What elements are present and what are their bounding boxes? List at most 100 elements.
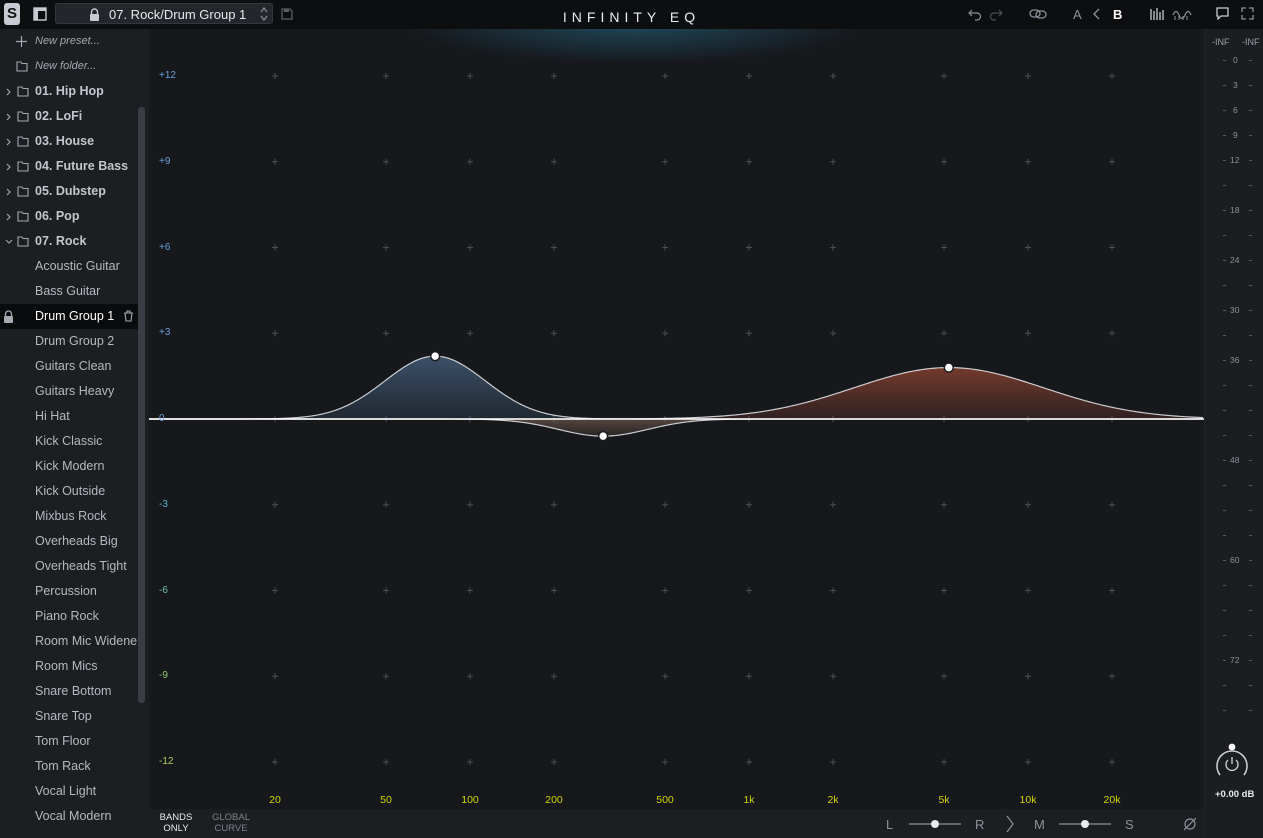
folder-item[interactable]: 01. Hip Hop: [0, 79, 138, 104]
meter-tick: [1249, 85, 1252, 86]
chevron-right-icon[interactable]: [5, 88, 13, 96]
grid-cross: [551, 158, 557, 165]
preset-item[interactable]: Percussion: [0, 579, 138, 604]
folder-item[interactable]: 02. LoFi: [0, 104, 138, 129]
copy-ab-icon[interactable]: [1093, 8, 1101, 20]
eq-curve-canvas[interactable]: [149, 29, 1204, 809]
new-folder-button[interactable]: New folder...: [0, 54, 138, 79]
meter-tick: [1223, 85, 1226, 86]
grid-cross: [1025, 244, 1032, 251]
chevron-right-icon[interactable]: [5, 213, 13, 221]
chevron-right-icon[interactable]: [5, 163, 13, 171]
fullscreen-icon[interactable]: [1241, 7, 1254, 20]
grid-cross: [383, 587, 390, 594]
preset-item-selected[interactable]: Drum Group 1: [0, 304, 138, 329]
folder-item[interactable]: 06. Pop: [0, 204, 138, 229]
preset-item[interactable]: Hi Hat: [0, 404, 138, 429]
folder-item[interactable]: 03. House: [0, 129, 138, 154]
preset-label: Tom Rack: [35, 759, 91, 773]
grid-cross: [941, 587, 948, 594]
chevron-down-icon[interactable]: [5, 238, 13, 246]
preset-item[interactable]: Snare Bottom: [0, 679, 138, 704]
grid-cross: [383, 244, 390, 251]
pan-slider[interactable]: [907, 817, 963, 831]
db-scale-label: -12: [159, 756, 174, 767]
chevron-right-icon[interactable]: [5, 138, 13, 146]
preset-item[interactable]: Tom Floor: [0, 729, 138, 754]
preset-item[interactable]: Guitars Heavy: [0, 379, 138, 404]
comment-icon[interactable]: [1216, 7, 1229, 20]
preset-label: Room Mics: [35, 659, 98, 673]
band-handle[interactable]: [597, 430, 609, 442]
redo-icon[interactable]: [989, 7, 1003, 21]
preset-item[interactable]: Acoustic Guitar: [0, 254, 138, 279]
trash-icon[interactable]: [123, 310, 134, 322]
preset-item[interactable]: Vocal Light: [0, 779, 138, 804]
mid-side-slider[interactable]: [1057, 817, 1113, 831]
band-handle[interactable]: [429, 350, 441, 362]
preset-item[interactable]: Overheads Tight: [0, 554, 138, 579]
preset-item[interactable]: Overheads Big: [0, 529, 138, 554]
chevron-right-icon[interactable]: [1005, 815, 1015, 833]
preset-label: Drum Group 2: [35, 334, 115, 348]
phase-invert-icon[interactable]: [1183, 817, 1197, 831]
meter-tick: [1249, 335, 1252, 336]
grid-cross: [830, 244, 836, 251]
new-preset-button[interactable]: New preset...: [0, 29, 138, 54]
grid-cross: [551, 587, 557, 594]
global-curve-button[interactable]: GLOBAL CURVE: [209, 812, 253, 834]
output-gain-knob[interactable]: [1213, 743, 1251, 781]
global-curve-label: GLOBAL CURVE: [211, 812, 251, 834]
undo-icon[interactable]: [968, 7, 982, 21]
preset-item[interactable]: Vocal Modern: [0, 804, 138, 829]
meter-scale-label: 48: [1230, 455, 1240, 465]
preset-item[interactable]: Snare Top: [0, 704, 138, 729]
spectrum-icon[interactable]: [1150, 7, 1166, 21]
preset-label: Snare Bottom: [35, 684, 112, 698]
piano-icon[interactable]: [1172, 7, 1192, 21]
preset-item[interactable]: Drum Group 2: [0, 329, 138, 354]
link-icon[interactable]: [1029, 7, 1047, 21]
meter-tick: [1223, 360, 1226, 361]
preset-item[interactable]: Piano Rock: [0, 604, 138, 629]
band-handle[interactable]: [943, 362, 955, 373]
preset-item[interactable]: Mixbus Rock: [0, 504, 138, 529]
db-scale-label: +6: [159, 241, 171, 253]
meter-tick: [1249, 135, 1252, 136]
preset-item[interactable]: Tom Rack: [0, 754, 138, 779]
folder-icon: [17, 111, 29, 122]
bands-only-button[interactable]: BANDS ONLY: [158, 812, 194, 834]
grid-cross: [941, 501, 948, 508]
folder-item[interactable]: 05. Dubstep: [0, 179, 138, 204]
folder-label: 05. Dubstep: [35, 184, 106, 198]
chevron-right-icon[interactable]: [5, 188, 13, 196]
grid-cross: [662, 501, 669, 508]
eq-graph[interactable]: +12 +9 +6 +3 0 -3 -6 -9 -12 20 50 100 200 500 1k 2k 5k 1…: [149, 29, 1204, 809]
folder-item[interactable]: 04. Future Bass: [0, 154, 138, 179]
meter-tick: [1223, 310, 1226, 311]
preset-item[interactable]: Kick Modern: [0, 454, 138, 479]
folder-item[interactable]: 07. Rock: [0, 229, 138, 254]
sidebar-scrollbar[interactable]: [138, 107, 145, 703]
ab-a-button[interactable]: A: [1073, 7, 1082, 22]
freq-scale-label: 100: [461, 794, 479, 806]
grid-cross: [551, 501, 557, 508]
bottom-bar: BANDS ONLY GLOBAL CURVE L R M S: [149, 809, 1204, 838]
preset-item[interactable]: Room Mics: [0, 654, 138, 679]
preset-item[interactable]: Bass Guitar: [0, 279, 138, 304]
freq-scale-label: 1k: [743, 794, 755, 806]
grid-cross: [662, 330, 669, 337]
meter-tick: [1249, 635, 1252, 636]
preset-item[interactable]: Kick Classic: [0, 429, 138, 454]
preset-item[interactable]: Room Mic Widener: [0, 629, 141, 654]
meter-tick: [1249, 360, 1252, 361]
grid-cross: [830, 330, 836, 337]
preset-item[interactable]: Guitars Clean: [0, 354, 138, 379]
grid-cross: [830, 501, 836, 508]
preset-item[interactable]: Kick Outside: [0, 479, 138, 504]
grid-cross: [830, 73, 836, 79]
new-preset-label: New preset...: [35, 35, 100, 47]
chevron-right-icon[interactable]: [5, 113, 13, 121]
ab-b-button[interactable]: B: [1113, 7, 1122, 22]
grid-cross: [467, 73, 474, 79]
